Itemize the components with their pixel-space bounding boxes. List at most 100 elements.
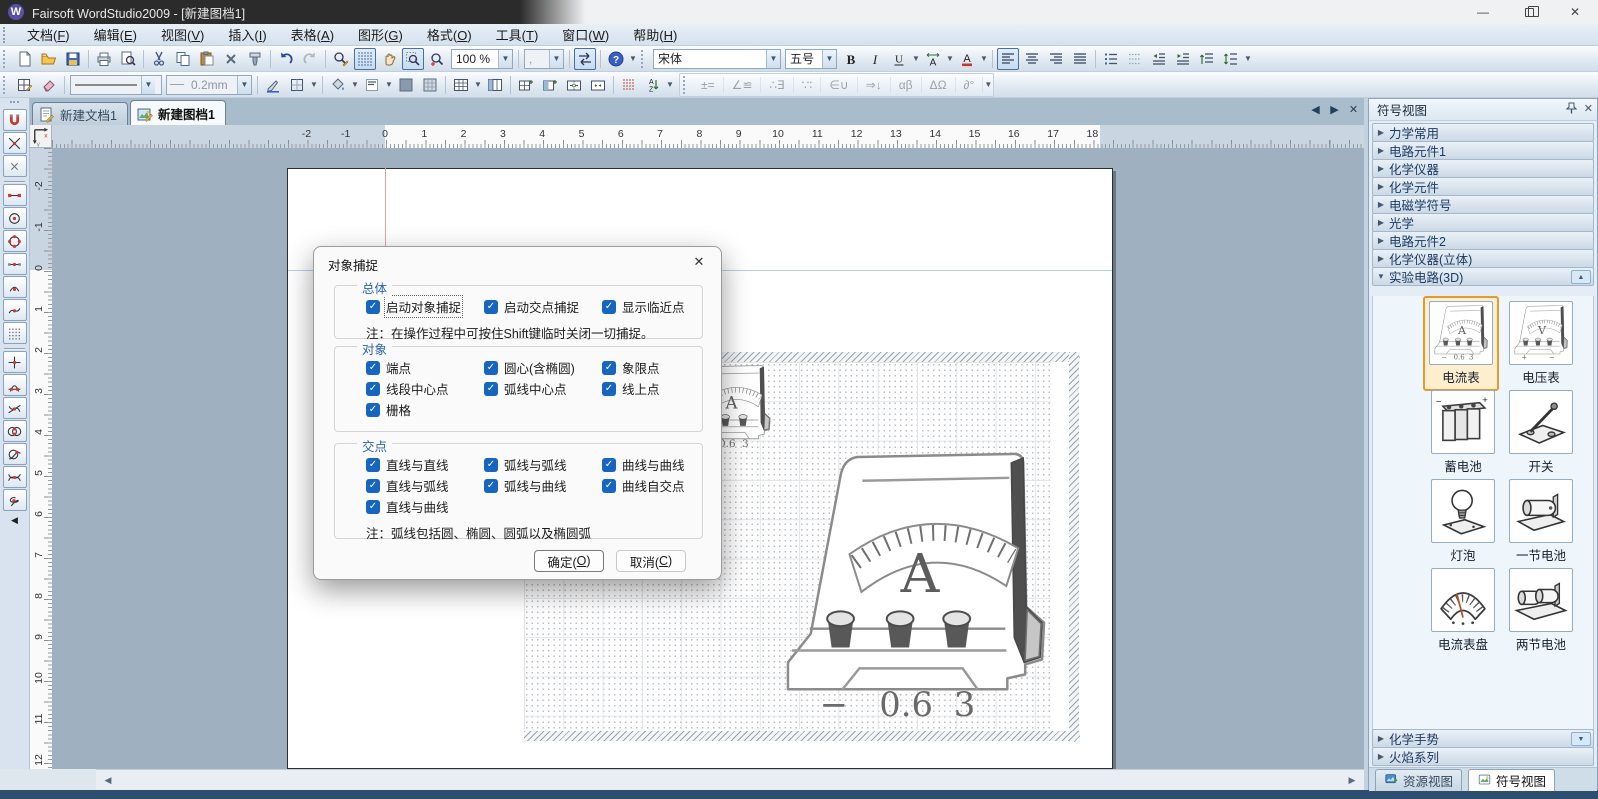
- symbol-category-力学常用[interactable]: ▶力学常用: [1372, 123, 1594, 142]
- menu-视图(V)[interactable]: 视图(V): [149, 26, 216, 45]
- ammeter-drawing[interactable]: A − 0.6 3: [780, 450, 1050, 724]
- grid-snap-icon[interactable]: [3, 322, 27, 344]
- symbol-category-化学仪器[interactable]: ▶化学仪器: [1372, 159, 1594, 178]
- math-symbol-button[interactable]: ∵∶: [794, 77, 822, 93]
- document-tab-2[interactable]: 新建图档1: [130, 100, 226, 125]
- symbol-category-电磁学符号[interactable]: ▶电磁学符号: [1372, 195, 1594, 214]
- tab-close-icon[interactable]: ✕: [1347, 103, 1360, 116]
- menu-图形(G)[interactable]: 图形(G): [346, 26, 415, 45]
- undo-icon[interactable]: [275, 48, 297, 70]
- checkbox-checked-icon[interactable]: ✓: [484, 382, 498, 396]
- cancel-button[interactable]: 取消(C): [616, 550, 686, 572]
- print-preview-icon[interactable]: [117, 48, 139, 70]
- font-size-combo[interactable]: 五号▼: [785, 49, 837, 69]
- menu-帮助(H)[interactable]: 帮助(H): [621, 26, 689, 45]
- symbol-category-电路元件2[interactable]: ▶电路元件2: [1372, 231, 1594, 250]
- switch-3d-icon[interactable]: [1509, 390, 1573, 454]
- pan-hand-icon[interactable]: [378, 48, 400, 70]
- insert-col-icon[interactable]: [539, 74, 561, 96]
- line-spacing-icon[interactable]: [1220, 48, 1242, 70]
- font-color-icon[interactable]: A: [956, 48, 978, 70]
- dashed-list-icon[interactable]: [1124, 48, 1146, 70]
- arc-curve-intersection-icon[interactable]: [3, 443, 27, 465]
- symbol-category-火焰系列[interactable]: ▶火焰系列: [1372, 747, 1594, 766]
- help-icon[interactable]: ?: [605, 48, 627, 70]
- checkbox-象限点[interactable]: ✓象限点: [602, 359, 696, 376]
- pattern-dense-icon[interactable]: [395, 74, 417, 96]
- underline-icon[interactable]: U: [888, 48, 910, 70]
- checkbox-曲线与曲线[interactable]: ✓曲线与曲线: [602, 456, 696, 473]
- indent-increase-icon[interactable]: [1172, 48, 1194, 70]
- line-line-intersection-icon[interactable]: [3, 351, 27, 373]
- open-folder-icon[interactable]: [38, 48, 60, 70]
- checkbox-直线与曲线[interactable]: ✓直线与曲线: [366, 498, 484, 515]
- symbol-item-灯泡[interactable]: 灯泡: [1425, 476, 1501, 567]
- quadrant-point-snap-icon[interactable]: [3, 230, 27, 252]
- char-scale-icon[interactable]: A: [922, 48, 944, 70]
- menu-编辑(E)[interactable]: 编辑(E): [82, 26, 149, 45]
- checkbox-checked-icon[interactable]: ✓: [366, 458, 380, 472]
- merge-cells-icon[interactable]: [587, 74, 609, 96]
- checkbox-checked-icon[interactable]: ✓: [602, 479, 616, 493]
- minimize-button[interactable]: —: [1460, 0, 1506, 24]
- grid-red-icon[interactable]: [618, 74, 640, 96]
- math-symbol-button[interactable]: ∠≌: [724, 77, 762, 93]
- double-cell-3d-icon[interactable]: [1509, 568, 1573, 632]
- intersection-snap-icon[interactable]: [3, 132, 27, 154]
- ammeter-3d-icon[interactable]: A − 0.6 3: [1429, 301, 1493, 365]
- nearest-point-icon[interactable]: [3, 155, 27, 177]
- zoom-level-combo[interactable]: 100 %▼: [451, 49, 513, 69]
- line-curve-intersection-icon[interactable]: [3, 397, 27, 419]
- paste-icon[interactable]: [196, 48, 218, 70]
- symbol-item-电流表[interactable]: A − 0.6 3 电流表: [1423, 296, 1499, 391]
- align-center-icon[interactable]: [1021, 48, 1043, 70]
- align-left-icon[interactable]: [997, 48, 1019, 70]
- dialog-close-icon[interactable]: ✕: [687, 251, 711, 273]
- checkbox-checked-icon[interactable]: ✓: [602, 361, 616, 375]
- math-symbol-button[interactable]: ⇒↓: [858, 77, 891, 93]
- draw-pen-icon[interactable]: [262, 74, 284, 96]
- symbol-category-化学手势[interactable]: ▶化学手势▼: [1372, 729, 1594, 748]
- symbol-category-化学元件[interactable]: ▶化学元件: [1372, 177, 1594, 196]
- endpoint-snap-icon[interactable]: [3, 184, 27, 206]
- scroll-down-icon[interactable]: ▼: [1571, 732, 1591, 746]
- menu-文档(F)[interactable]: 文档(F): [15, 26, 82, 45]
- scroll-up-icon[interactable]: ▲: [1571, 270, 1591, 284]
- format-brush-icon[interactable]: [244, 48, 266, 70]
- menu-表格(A)[interactable]: 表格(A): [279, 26, 346, 45]
- text-wrap-icon[interactable]: [574, 48, 596, 70]
- tab-scroll-left-icon[interactable]: ◀: [1309, 103, 1322, 116]
- checkbox-弧线与曲线[interactable]: ✓弧线与曲线: [484, 477, 602, 494]
- checkbox-checked-icon[interactable]: ✓: [366, 479, 380, 493]
- magnifier-edit-icon[interactable]: [330, 48, 352, 70]
- line-style-combo[interactable]: ▼: [70, 75, 162, 95]
- checkbox-启动交点捕捉[interactable]: ✓启动交点捕捉: [484, 298, 602, 315]
- checkbox-直线与弧线[interactable]: ✓直线与弧线: [366, 477, 484, 494]
- symbol-category-实验电路(3D)[interactable]: ▼实验电路(3D)▲: [1372, 267, 1594, 286]
- checkbox-线上点[interactable]: ✓线上点: [602, 380, 696, 397]
- bulb-3d-icon[interactable]: [1431, 479, 1495, 543]
- zoom-add-icon[interactable]: [426, 48, 448, 70]
- zoom-level-combo-dropdown-icon[interactable]: ▼: [498, 50, 512, 68]
- checkbox-线段中心点[interactable]: ✓线段中心点: [366, 380, 484, 397]
- indent-decrease-icon[interactable]: [1148, 48, 1170, 70]
- checkbox-弧线中心点[interactable]: ✓弧线中心点: [484, 380, 602, 397]
- symbol-item-蓄电池[interactable]: +−蓄电池: [1425, 387, 1501, 478]
- symbol-item-开关[interactable]: 开关: [1503, 387, 1579, 478]
- checkbox-显示临近点[interactable]: ✓显示临近点: [602, 298, 696, 315]
- menu-工具(T)[interactable]: 工具(T): [484, 26, 551, 45]
- panel-tab-资源视图[interactable]: 资源视图: [1375, 769, 1462, 791]
- eraser-icon[interactable]: [38, 74, 60, 96]
- segment-midpoint-snap-icon[interactable]: [3, 253, 27, 275]
- bold-icon[interactable]: B: [840, 48, 862, 70]
- symbol-item-一节电池[interactable]: 一节电池: [1503, 476, 1579, 567]
- symbol-item-电流表盘[interactable]: 电流表盘: [1425, 565, 1501, 656]
- grid-toggle-icon[interactable]: [354, 48, 376, 70]
- sort-az-icon[interactable]: AZ: [642, 74, 664, 96]
- checkbox-checked-icon[interactable]: ✓: [366, 382, 380, 396]
- restore-button[interactable]: [1506, 0, 1552, 24]
- object-snap-magnet-icon[interactable]: [3, 109, 27, 131]
- storage-battery-3d-icon[interactable]: +−: [1431, 390, 1495, 454]
- borders-icon[interactable]: [286, 74, 308, 96]
- curve-curve-intersection-icon[interactable]: [3, 466, 27, 488]
